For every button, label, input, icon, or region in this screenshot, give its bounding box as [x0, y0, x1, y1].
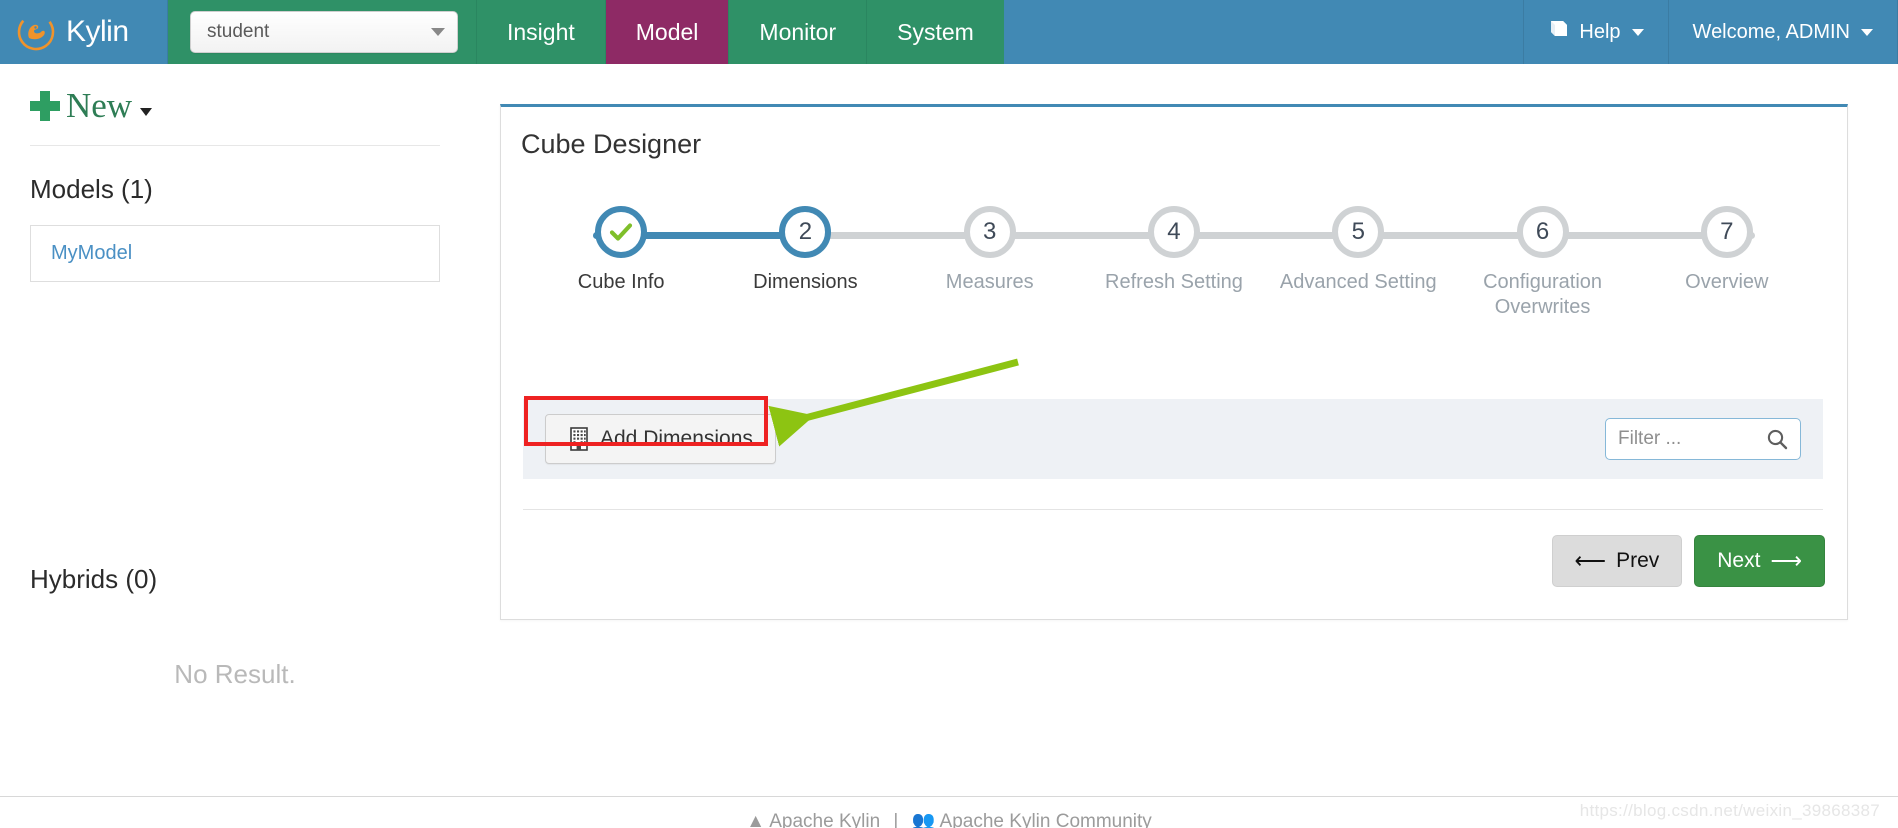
dimensions-toolbar: Add Dimensions [523, 399, 1823, 479]
step-1-label: Cube Info [577, 271, 665, 293]
arrow-right-icon: ⟶ [1770, 548, 1802, 573]
step-2-dimensions[interactable]: 2 Dimensions [713, 194, 897, 320]
step-4-label: Refresh Setting [1105, 271, 1243, 293]
panel-actions: ⟵ Prev Next ⟶ [1551, 535, 1825, 587]
step-7-label: Overview [1685, 271, 1769, 293]
panel-divider [523, 509, 1823, 510]
step-1-cube-info[interactable]: Cube Info [529, 194, 713, 320]
prev-button-label: Prev [1616, 549, 1660, 572]
nav-tabs: Insight Model Monitor System [476, 0, 1004, 64]
step-3-circle: 3 [963, 206, 1016, 258]
page-footer: ▲ Apache Kylin | 👥 Apache Kylin Communit… [0, 796, 1898, 828]
tab-model[interactable]: Model [604, 0, 729, 64]
list-item[interactable]: MyModel [30, 225, 440, 282]
apache-feather-icon: ▲ [746, 811, 765, 828]
model-name-mymodel[interactable]: MyModel [51, 242, 132, 264]
step-7-circle: 7 [1700, 206, 1753, 258]
step-4-circle: 4 [1147, 206, 1200, 258]
page-title: Cube Designer [521, 129, 702, 159]
new-button[interactable]: New [30, 64, 440, 145]
watermark: https://blog.csdn.net/weixin_39868387 [1579, 801, 1880, 820]
top-navbar: Kylin student Insight Model Monitor Syst… [0, 0, 1898, 64]
user-menu-label: Welcome, ADMIN [1692, 20, 1850, 43]
project-select[interactable]: student [190, 11, 458, 53]
sidebar: New Models (1) MyModel Hybrids (0) No Re… [0, 64, 470, 828]
community-icon: 👥 [911, 811, 936, 828]
tab-monitor[interactable]: Monitor [728, 0, 867, 64]
filter-input[interactable] [1618, 428, 1766, 450]
step-2-label: Dimensions [753, 271, 858, 293]
hybrids-empty-message: No Result. [174, 659, 296, 689]
project-select-value: student [207, 21, 270, 42]
caret-down-icon [140, 107, 153, 116]
kylin-griffin-logo-icon [16, 12, 56, 52]
add-dimensions-label: Add Dimensions [600, 427, 753, 450]
next-button-label: Next [1717, 549, 1761, 572]
step-4-refresh-setting[interactable]: 4 Refresh Setting [1082, 194, 1266, 320]
add-dimensions-button[interactable]: Add Dimensions [545, 414, 776, 464]
footer-link-community[interactable]: Apache Kylin Community [940, 811, 1152, 828]
step-6-label: Configuration Overwrites [1483, 271, 1603, 318]
caret-down-icon [431, 28, 445, 36]
new-button-label: New [66, 86, 133, 125]
caret-down-icon [1631, 28, 1644, 36]
book-icon [1548, 19, 1570, 45]
next-button[interactable]: Next ⟶ [1694, 535, 1825, 587]
tab-insight[interactable]: Insight [476, 0, 605, 64]
wizard-steps: Cube Info 2 Dimensions 3 Measures 4 Refr… [529, 194, 1819, 324]
step-5-circle: 5 [1332, 206, 1385, 258]
user-menu[interactable]: Welcome, ADMIN [1667, 0, 1898, 64]
search-icon[interactable] [1766, 428, 1788, 450]
step-6-configuration-overwrites[interactable]: 6 Configuration Overwrites [1450, 194, 1634, 320]
cube-designer-panel: Cube Designer Cube Info 2 Dimensions 3 M… [500, 104, 1848, 620]
navbar-spacer [1003, 0, 1524, 64]
help-menu[interactable]: Help [1523, 0, 1667, 64]
plus-icon [30, 90, 60, 121]
step-3-measures[interactable]: 3 Measures [898, 194, 1082, 320]
step-3-label: Measures [945, 271, 1034, 293]
app-root: Kylin student Insight Model Monitor Syst… [0, 0, 1898, 828]
building-icon [568, 427, 590, 451]
hybrids-heading: Hybrids (0) [30, 564, 158, 594]
step-2-circle: 2 [779, 206, 832, 258]
filter-search-box[interactable] [1605, 418, 1801, 460]
arrow-left-icon: ⟵ [1574, 548, 1607, 573]
step-7-overview[interactable]: 7 Overview [1635, 194, 1819, 320]
prev-button[interactable]: ⟵ Prev [1551, 535, 1683, 587]
project-select-wrapper: student [168, 0, 476, 64]
step-5-label: Advanced Setting [1279, 271, 1437, 293]
navbar-right: Help Welcome, ADMIN [1523, 0, 1898, 64]
step-1-circle [595, 206, 648, 258]
brand[interactable]: Kylin [0, 0, 168, 64]
caret-down-icon [1861, 28, 1873, 36]
help-label: Help [1579, 20, 1621, 43]
tab-system[interactable]: System [866, 0, 1004, 64]
footer-separator: | [893, 811, 899, 828]
models-heading: Models (1) [30, 174, 153, 204]
footer-link-apache-kylin[interactable]: Apache Kylin [769, 811, 880, 828]
hybrids-section: Hybrids (0) No Result. [30, 564, 440, 690]
check-icon [610, 223, 633, 241]
step-6-circle: 6 [1516, 206, 1569, 258]
step-5-advanced-setting[interactable]: 5 Advanced Setting [1266, 194, 1450, 320]
brand-title: Kylin [66, 15, 129, 48]
